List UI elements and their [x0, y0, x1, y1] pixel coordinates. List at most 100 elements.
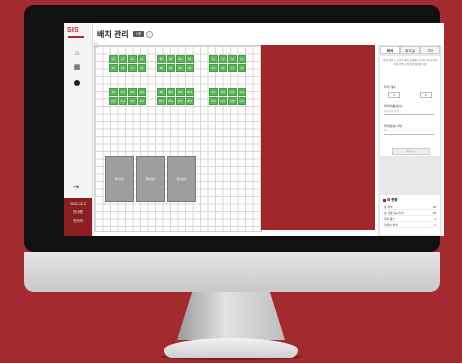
seat[interactable]: B13 — [157, 97, 166, 105]
seat[interactable]: B12 — [185, 88, 194, 96]
count-cols-input[interactable]: 2 — [420, 92, 432, 98]
seat[interactable]: A12 — [137, 88, 146, 96]
seat[interactable]: C2 — [218, 55, 227, 63]
seat[interactable]: C10 — [218, 88, 227, 96]
user-role: 안내원 — [73, 210, 83, 214]
meeting-room-1[interactable]: 회의실1 — [105, 156, 134, 202]
seat-block-a1: A1 A2 A3 A4 A5 A6 A7 A8 — [109, 55, 146, 72]
seat[interactable]: A7 — [128, 64, 137, 72]
seat[interactable]: C9 — [209, 88, 218, 96]
seat[interactable]: B9 — [157, 88, 166, 96]
app-logo: SIS — [67, 27, 79, 34]
seat[interactable]: B11 — [176, 88, 185, 96]
count-rows-input[interactable]: 4 — [388, 92, 400, 98]
seat[interactable]: A1 — [109, 55, 118, 63]
seat[interactable]: B4 — [185, 55, 194, 63]
stats-value: 0 — [426, 221, 437, 228]
seat[interactable]: B15 — [176, 97, 185, 105]
seat[interactable]: C15 — [228, 97, 237, 105]
seat[interactable]: A5 — [109, 64, 118, 72]
user-info: 2021.12.3 안내원 관리자 — [64, 198, 92, 236]
seat[interactable]: B8 — [185, 64, 194, 72]
app-screen: SIS ⌂ ▦ ⇥ 2021.12.3 안내원 관리자 배치 관리 1층 ? A… — [64, 23, 444, 236]
seat[interactable]: B3 — [176, 55, 185, 63]
seat[interactable]: B14 — [166, 97, 175, 105]
count-label: 좌석 개수 — [384, 85, 396, 89]
seat[interactable]: A2 — [118, 55, 127, 63]
monitor-chin — [24, 252, 440, 292]
seat[interactable]: C5 — [209, 64, 218, 72]
empty-area — [261, 45, 375, 230]
seat[interactable]: B7 — [176, 64, 185, 72]
stats-row: 회의실 좌석 0 — [383, 221, 437, 228]
seat[interactable]: C14 — [218, 97, 227, 105]
left-nav: SIS ⌂ ▦ ⇥ 2021.12.3 안내원 관리자 — [64, 23, 93, 236]
seat[interactable]: C4 — [237, 55, 246, 63]
panel-description: 좌석 선택 시 오른쪽 에서 상세정보 입니다 좌석 유형 변경 선택 시 편집… — [383, 59, 437, 66]
logout-icon[interactable]: ⇥ — [73, 183, 79, 191]
seat-block-b2: B9 B10 B11 B12 B13 B14 B15 B16 — [157, 88, 194, 105]
seat[interactable]: A15 — [128, 97, 137, 105]
tab-seat[interactable]: 좌석 — [380, 46, 400, 54]
monitor-bezel: SIS ⌂ ▦ ⇥ 2021.12.3 안내원 관리자 배치 관리 1층 ? A… — [24, 5, 444, 252]
seat[interactable]: C12 — [237, 88, 246, 96]
logo-underline — [68, 36, 84, 38]
seat[interactable]: C11 — [228, 88, 237, 96]
tab-meeting-room[interactable]: 회의실 — [400, 46, 420, 54]
seat[interactable]: A13 — [109, 97, 118, 105]
seat-block-c1: C1 C2 C3 C4 C5 C6 C7 C8 — [209, 55, 246, 72]
seat-code-label: 좌석번호(시작) — [384, 124, 403, 128]
user-icon[interactable] — [74, 80, 80, 86]
seat[interactable]: A11 — [128, 88, 137, 96]
seat[interactable]: C13 — [209, 97, 218, 105]
panel-tabs: 좌석 회의실 기타 — [380, 46, 440, 54]
tab-etc[interactable]: 기타 — [420, 46, 440, 54]
seat[interactable]: A8 — [137, 64, 146, 72]
name-label: 좌석이름(필수) — [384, 104, 403, 108]
seat[interactable]: B1 — [157, 55, 166, 63]
seat-block-a2: A9 A10 A11 A12 A13 A14 A15 A16 — [109, 88, 146, 105]
seat[interactable]: C3 — [228, 55, 237, 63]
seat[interactable]: A9 — [109, 88, 118, 96]
monitor-stand — [177, 292, 285, 340]
seat[interactable]: C1 — [209, 55, 218, 63]
seat[interactable]: C6 — [218, 64, 227, 72]
seat-block-b1: B1 B2 B3 B4 B5 B6 B7 B8 — [157, 55, 194, 72]
seat[interactable]: B2 — [166, 55, 175, 63]
user-name: 관리자 — [73, 219, 83, 223]
seat[interactable]: A3 — [128, 55, 137, 63]
seat[interactable]: A6 — [118, 64, 127, 72]
seat[interactable]: A16 — [137, 97, 146, 105]
seat[interactable]: B10 — [166, 88, 175, 96]
seat[interactable]: B5 — [157, 64, 166, 72]
page-title: 배치 관리 — [97, 30, 129, 39]
user-date: 2021.12.3 — [70, 202, 86, 206]
monitor-base — [164, 338, 298, 358]
grid-icon[interactable]: ▦ — [73, 64, 81, 72]
panel-form: 좌석 선택 시 오른쪽 에서 상세정보 입니다 좌석 유형 변경 선택 시 편집… — [380, 56, 440, 156]
meeting-room-2[interactable]: 회의실2 — [136, 156, 165, 202]
help-icon[interactable]: ? — [146, 31, 153, 38]
seat[interactable]: A10 — [118, 88, 127, 96]
seat-block-c2: C9 C10 C11 C12 C13 C14 C15 C16 — [209, 88, 246, 105]
seat-name-field[interactable]: 좌석이름 입력 — [384, 109, 434, 115]
seat[interactable]: A14 — [118, 97, 127, 105]
building-icon[interactable]: ⌂ — [73, 50, 81, 58]
stats-card: 좌 현황 총 좌석 48 총 사용가능 좌석 48 회의 룸수 3 회의실 좌석 0 — [380, 195, 440, 235]
count-inputs: 4 2 — [388, 92, 432, 98]
seat[interactable]: C7 — [228, 64, 237, 72]
expand-icon[interactable]: ⛶ — [94, 43, 98, 49]
seat[interactable]: B16 — [185, 97, 194, 105]
floor-select[interactable]: 1층 — [133, 31, 144, 37]
seat[interactable]: C16 — [237, 97, 246, 105]
apply-button[interactable]: 배치하기 — [392, 148, 430, 155]
stats-table: 총 좌석 48 총 사용가능 좌석 48 회의 룸수 3 회의실 좌석 0 — [383, 204, 437, 228]
stats-title: 좌 현황 — [383, 198, 398, 203]
meeting-room-3[interactable]: 회의실3 — [167, 156, 196, 202]
seat[interactable]: A4 — [137, 55, 146, 63]
seat[interactable]: B6 — [166, 64, 175, 72]
layout-canvas[interactable]: A1 A2 A3 A4 A5 A6 A7 A8 B1 B2 B3 B4 B5 B6 B7 B8 C1 C2 C3… — [94, 45, 262, 232]
right-panel: 좌석 회의실 기타 좌석 선택 시 오른쪽 에서 상세정보 입니다 좌석 유형 … — [378, 45, 442, 236]
seat-code-field[interactable]: A1 — [384, 129, 434, 135]
seat[interactable]: C8 — [237, 64, 246, 72]
